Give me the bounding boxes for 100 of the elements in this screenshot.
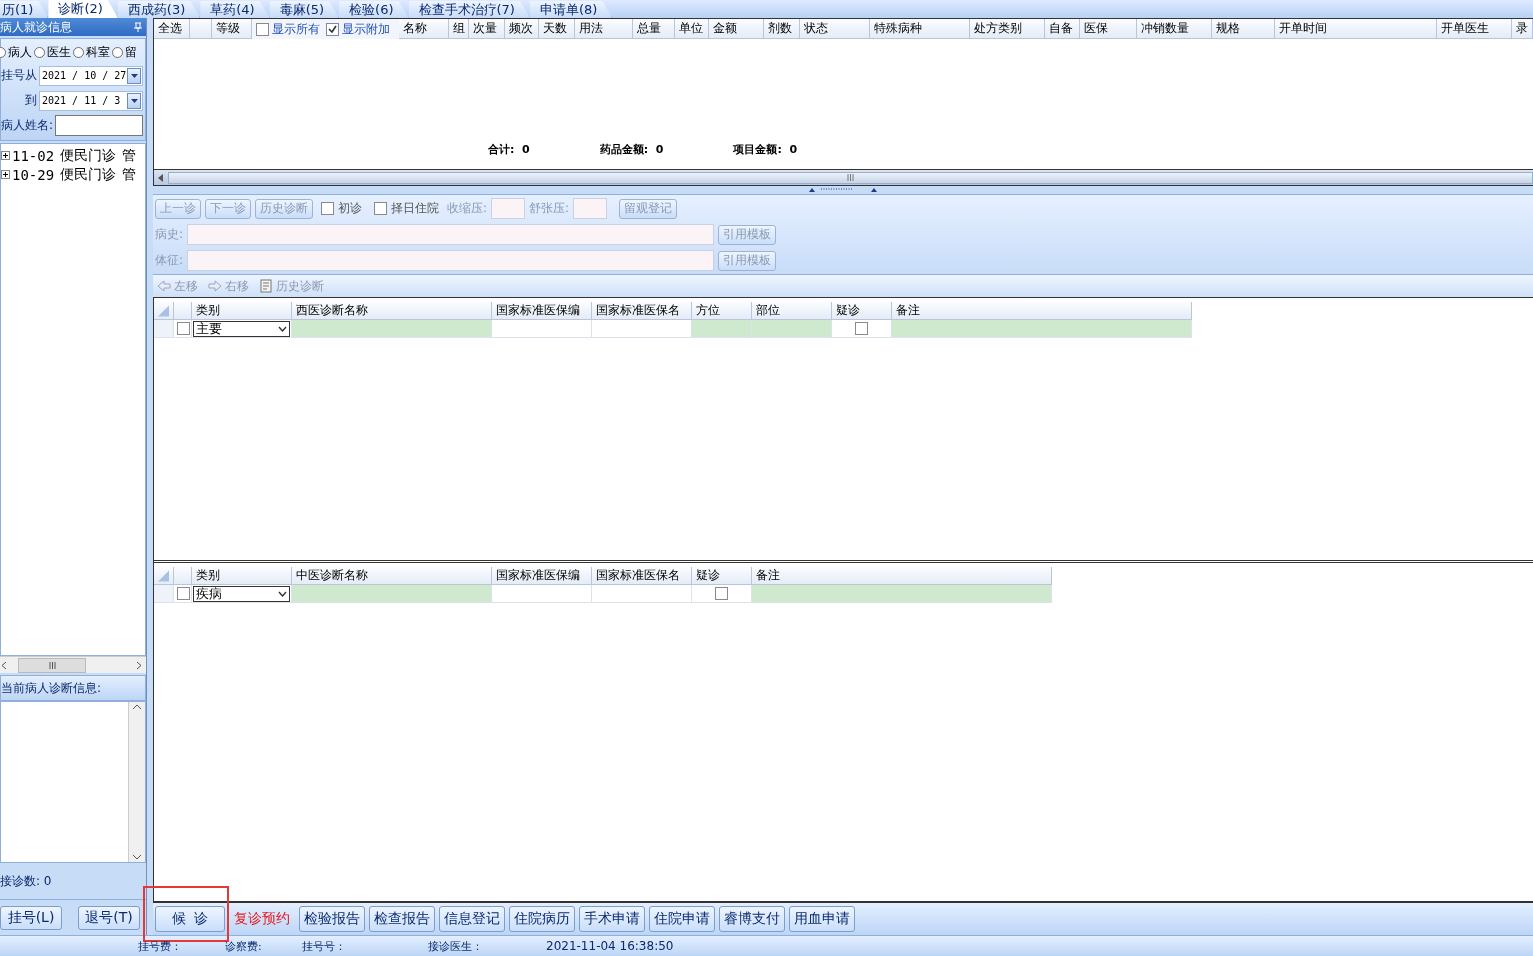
column-header[interactable]: 单位: [674, 19, 709, 39]
column-header[interactable]: 类别: [192, 567, 292, 585]
column-header[interactable]: 开单时间: [1274, 19, 1438, 39]
radio-label[interactable]: 留: [125, 43, 137, 61]
show-checkbox[interactable]: 显示附加: [321, 19, 400, 39]
show-checkbox[interactable]: 显示所有: [251, 19, 322, 39]
column-header[interactable]: 冲销数量: [1137, 19, 1213, 39]
checkbox[interactable]: [374, 202, 387, 215]
visit-clinic[interactable]: 便民门诊: [60, 165, 117, 184]
suspected-checkbox[interactable]: [715, 587, 728, 600]
name-field[interactable]: [55, 115, 144, 136]
action-button[interactable]: 住院病历: [509, 906, 575, 932]
column-header[interactable]: 名称: [399, 19, 450, 39]
action-button[interactable]: 用血申请: [789, 906, 855, 932]
column-header[interactable]: 处方类别: [969, 19, 1045, 39]
table-cell[interactable]: [292, 585, 492, 603]
action-button[interactable]: 睿博支付: [719, 906, 785, 932]
date-field[interactable]: 2021 / 10 / 27: [39, 65, 143, 86]
checkbox-label[interactable]: 初诊: [338, 200, 362, 217]
radio-button[interactable]: [73, 46, 84, 58]
visit-date[interactable]: 10-29: [12, 166, 55, 183]
row-checkbox[interactable]: [177, 322, 190, 335]
checkbox[interactable]: [321, 202, 334, 215]
column-header[interactable]: 国家标准医保名: [592, 567, 692, 585]
table-cell[interactable]: [692, 320, 752, 338]
tab[interactable]: 检查手术治疗(7): [408, 1, 530, 18]
table-cell[interactable]: [492, 320, 592, 338]
column-header[interactable]: 次量: [469, 19, 506, 39]
date-field[interactable]: 2021 / 11 / 3: [39, 90, 143, 111]
visit-date[interactable]: 11-02: [12, 147, 55, 164]
column-header[interactable]: 特殊病种: [870, 19, 970, 39]
column-header[interactable]: 金额: [708, 19, 765, 39]
visit-clinic[interactable]: 便民门诊: [60, 146, 117, 165]
column-header[interactable]: 剂数: [764, 19, 801, 39]
column-header[interactable]: 西医诊断名称: [292, 302, 492, 320]
column-header[interactable]: 频次: [505, 19, 540, 39]
column-header[interactable]: 国家标准医保编: [492, 567, 592, 585]
panel-button[interactable]: 挂号(L): [0, 905, 62, 930]
column-header[interactable]: 医保: [1080, 19, 1138, 39]
row-checkbox[interactable]: [177, 587, 190, 600]
tab[interactable]: 草药(4): [200, 1, 270, 18]
tab[interactable]: 毒麻(5): [269, 1, 340, 18]
table-cell[interactable]: [292, 320, 492, 338]
panel-button[interactable]: 退号(T): [78, 905, 140, 930]
tab[interactable]: 历(1): [0, 1, 49, 18]
column-header[interactable]: 中医诊断名称: [292, 567, 492, 585]
column-header[interactable]: 用法: [575, 19, 633, 39]
column-header[interactable]: 备注: [752, 567, 1052, 585]
text-field[interactable]: [187, 224, 715, 245]
checkbox-label[interactable]: 择日住院: [391, 200, 439, 217]
pressure-field[interactable]: [573, 198, 608, 219]
tab[interactable]: 申请单(8): [529, 1, 613, 18]
visit-doctor[interactable]: 管: [122, 146, 137, 165]
radio-label[interactable]: 科室: [86, 43, 110, 61]
table-cell[interactable]: [752, 320, 832, 338]
action-button[interactable]: 住院申请: [649, 906, 715, 932]
tab[interactable]: 诊断(2): [48, 0, 118, 18]
vertical-scrollbar[interactable]: [128, 702, 145, 862]
column-header[interactable]: 类别: [192, 302, 292, 320]
table-cell[interactable]: [892, 320, 1192, 338]
radio-label[interactable]: 医生: [47, 43, 71, 61]
column-header[interactable]: 疑诊: [832, 302, 892, 320]
radio-button[interactable]: [112, 46, 123, 58]
radio-button[interactable]: [34, 46, 45, 58]
tab[interactable]: 西成药(3): [117, 1, 201, 18]
category-select[interactable]: 主要: [193, 320, 290, 337]
column-header[interactable]: 等级: [211, 19, 252, 39]
column-header[interactable]: 组: [449, 19, 470, 39]
column-header[interactable]: 规格: [1212, 19, 1275, 39]
text-field[interactable]: [187, 250, 715, 271]
action-button[interactable]: 复诊预约: [229, 906, 295, 932]
action-button[interactable]: 检验报告: [299, 906, 365, 932]
action-button[interactable]: 候 诊: [155, 906, 225, 932]
scroll-thumb[interactable]: [168, 171, 1533, 184]
column-header[interactable]: 状态: [800, 19, 871, 39]
scroll-thumb[interactable]: [18, 657, 86, 673]
column-header[interactable]: 开单医生: [1437, 19, 1512, 39]
column-header[interactable]: 自备: [1044, 19, 1081, 39]
action-button[interactable]: 信息登记: [439, 906, 505, 932]
column-header[interactable]: 备注: [892, 302, 1192, 320]
column-header[interactable]: 天数: [539, 19, 576, 39]
column-header[interactable]: 国家标准医保编: [492, 302, 592, 320]
column-header[interactable]: 部位: [752, 302, 832, 320]
table-cell[interactable]: [492, 585, 592, 603]
column-header[interactable]: 疑诊: [692, 567, 752, 585]
column-header[interactable]: 方位: [692, 302, 752, 320]
table-cell[interactable]: [592, 585, 692, 603]
suspected-checkbox[interactable]: [855, 322, 868, 335]
tab[interactable]: 检验(6): [339, 1, 409, 18]
column-header[interactable]: 国家标准医保名: [592, 302, 692, 320]
column-header[interactable]: 全选: [154, 19, 190, 39]
action-button[interactable]: 手术申请: [579, 906, 645, 932]
pressure-field[interactable]: [491, 198, 526, 219]
column-header[interactable]: 总量: [632, 19, 675, 39]
visit-doctor[interactable]: 管: [122, 165, 137, 184]
category-select[interactable]: 疾病: [193, 585, 290, 602]
action-button[interactable]: 检查报告: [369, 906, 435, 932]
column-header[interactable]: 录: [1512, 19, 1533, 39]
table-cell[interactable]: [752, 585, 1052, 603]
radio-label[interactable]: 病人: [8, 43, 32, 61]
